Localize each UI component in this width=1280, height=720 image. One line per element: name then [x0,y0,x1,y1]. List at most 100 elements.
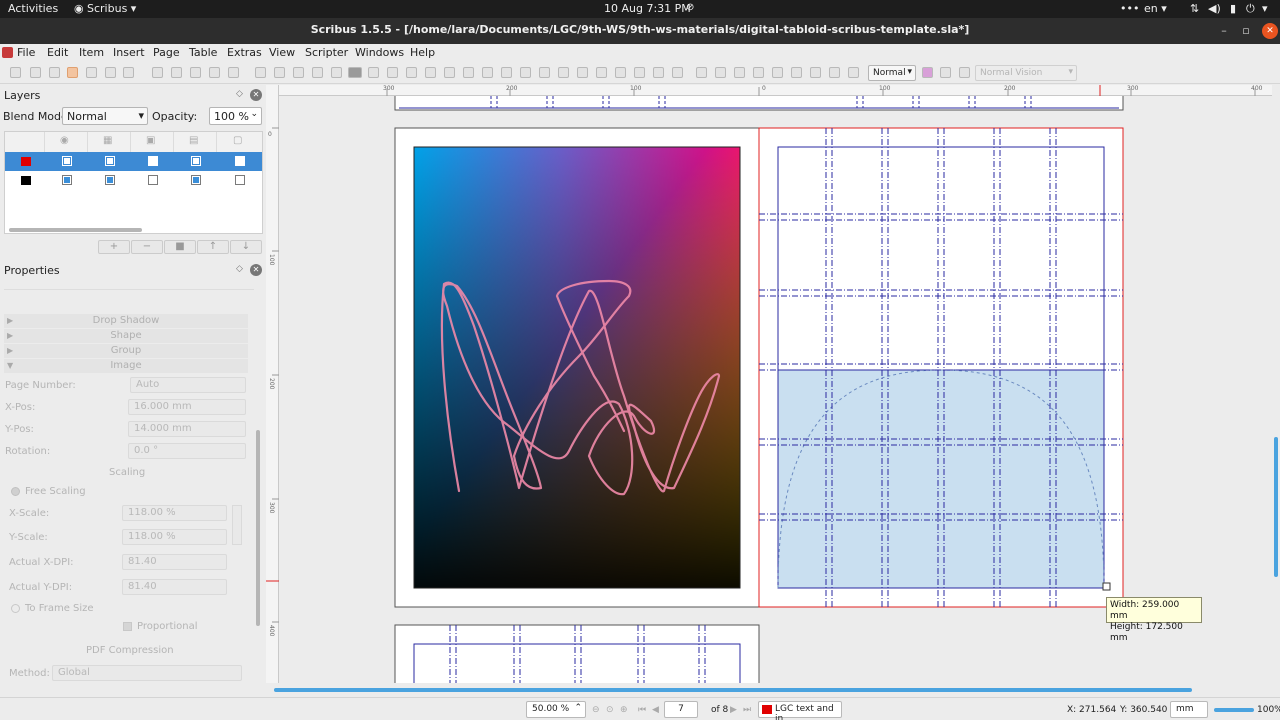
cut-icon[interactable] [190,67,201,78]
unit-select[interactable]: mm [1170,701,1208,718]
line-icon[interactable] [425,67,436,78]
to-frame-size-radio[interactable] [11,604,20,613]
zoom-icon[interactable] [520,67,531,78]
polygon-icon[interactable] [368,67,379,78]
vertical-ruler[interactable]: 0 100 200 300 400 [266,85,279,683]
app-menu-button[interactable]: Scribus ▾ [87,2,136,15]
unlink-frames-icon[interactable] [596,67,607,78]
print-icon[interactable] [86,67,97,78]
canvas-h-scrollbar[interactable] [266,683,1280,697]
language-indicator[interactable]: en ▾ [1144,2,1167,15]
close-button[interactable]: ✕ [1262,23,1278,39]
actual-xdpi-spinbox[interactable]: 81.40 [122,554,227,570]
zoom-100-icon[interactable]: ⊙ [606,705,614,715]
spiral-icon[interactable] [406,67,417,78]
edit-text-icon[interactable] [558,67,569,78]
activities-button[interactable]: Activities [8,2,58,15]
measure-icon[interactable] [615,67,626,78]
menu-windows[interactable]: Windows [355,46,404,59]
undo-icon[interactable] [152,67,163,78]
zoom-slider[interactable] [1214,708,1254,712]
edit-preview-icon[interactable] [959,67,970,78]
layers-col-print[interactable]: ▦ [88,132,131,152]
layer-row[interactable] [5,152,262,171]
chevron-down-icon[interactable]: ▾ [1262,2,1268,15]
add-layer-button[interactable]: + [98,240,130,254]
page-number-spinbox[interactable]: 7 [664,701,698,718]
layers-col-visible[interactable]: ◉ [45,132,88,152]
render-frame-icon[interactable] [312,67,323,78]
open-document-icon[interactable] [30,67,41,78]
edit-contents-icon[interactable] [539,67,550,78]
color-management-icon[interactable] [922,67,933,78]
canvas-v-scrollbar[interactable] [1272,85,1280,683]
menu-help[interactable]: Help [410,46,435,59]
ypos-spinbox[interactable]: 14.000 mm [128,421,246,437]
lower-layer-button[interactable]: ↓ [230,240,262,254]
copy-properties-icon[interactable] [634,67,645,78]
pdf-checkbox-icon[interactable] [715,67,726,78]
save-icon[interactable] [49,67,60,78]
preflight-icon[interactable] [105,67,116,78]
rotate-icon[interactable] [501,67,512,78]
select-tool-icon[interactable] [255,67,266,78]
layers-col-color[interactable] [5,132,45,152]
pdf-text-field-icon[interactable] [696,67,707,78]
raise-layer-button[interactable]: ↑ [197,240,229,254]
yscale-spinbox[interactable]: 118.00 % [122,529,227,545]
freehand-icon[interactable] [463,67,474,78]
opacity-spinbox[interactable]: 100 % ⌄ [209,107,262,125]
menu-scripter[interactable]: Scripter [305,46,348,59]
redo-icon[interactable] [171,67,182,78]
menu-item[interactable]: Item [79,46,104,59]
last-page-icon[interactable]: ⏭ [743,705,751,715]
first-page-icon[interactable]: ⏮ [638,705,646,715]
bezier-icon[interactable] [444,67,455,78]
page-number-select[interactable]: Auto [130,377,246,393]
menu-extras[interactable]: Extras [227,46,262,59]
page-below[interactable] [394,624,760,683]
pdf-annotation-icon[interactable] [791,67,802,78]
layer-print-checkbox[interactable] [105,156,115,166]
actual-ydpi-spinbox[interactable]: 81.40 [122,579,227,595]
layer-flow-checkbox[interactable] [191,156,201,166]
pdf-combo-icon[interactable] [753,67,764,78]
float-panel-icon[interactable]: ◇ [236,264,243,274]
next-page-icon[interactable]: ▶ [730,705,737,715]
layer-print-checkbox[interactable] [105,175,115,185]
section-shape[interactable]: ▶ Shape [4,329,248,343]
pdf-list-icon[interactable] [772,67,783,78]
proportional-checkbox[interactable] [123,622,132,631]
battery-icon[interactable]: ▮ [1230,2,1236,15]
layer-visible-checkbox[interactable] [62,156,72,166]
layer-visible-checkbox[interactable] [62,175,72,185]
restore-button[interactable]: ▫ [1238,23,1254,39]
rotation-spinbox[interactable]: 0.0 ° [128,443,246,459]
layer-lock-checkbox[interactable] [148,156,158,166]
layer-row[interactable] [5,171,262,190]
clock[interactable]: 10 Aug 7:31 PM [604,2,691,15]
blend-mode-select[interactable]: Normal ▾ [62,107,148,125]
menu-insert[interactable]: Insert [113,46,145,59]
method-select[interactable]: Global [52,665,242,681]
link-frames-icon[interactable] [577,67,588,78]
overflow-menu[interactable]: ••• [1120,2,1139,15]
minimize-button[interactable]: – [1216,23,1232,39]
render-mode-select[interactable]: Normal ▾ [868,65,916,81]
calligraphy-icon[interactable] [482,67,493,78]
shape-tool-icon[interactable] [348,67,362,78]
v-scroll-thumb[interactable] [1274,437,1278,577]
menu-edit[interactable]: Edit [47,46,68,59]
menu-page[interactable]: Page [153,46,180,59]
layer-outline-checkbox[interactable] [235,175,245,185]
zoom-spinbox[interactable]: 50.00 % ⌃ [526,701,586,718]
layer-flow-checkbox[interactable] [191,175,201,185]
arc-icon[interactable] [387,67,398,78]
pdf-push-button-icon[interactable] [672,67,683,78]
table-icon[interactable] [331,67,342,78]
free-scaling-radio[interactable] [11,487,20,496]
layer-lock-checkbox[interactable] [148,175,158,185]
scale-link-chain-icon[interactable] [232,505,242,545]
close-panel-icon[interactable]: ✕ [250,89,262,101]
preview-eye-icon[interactable] [940,67,951,78]
